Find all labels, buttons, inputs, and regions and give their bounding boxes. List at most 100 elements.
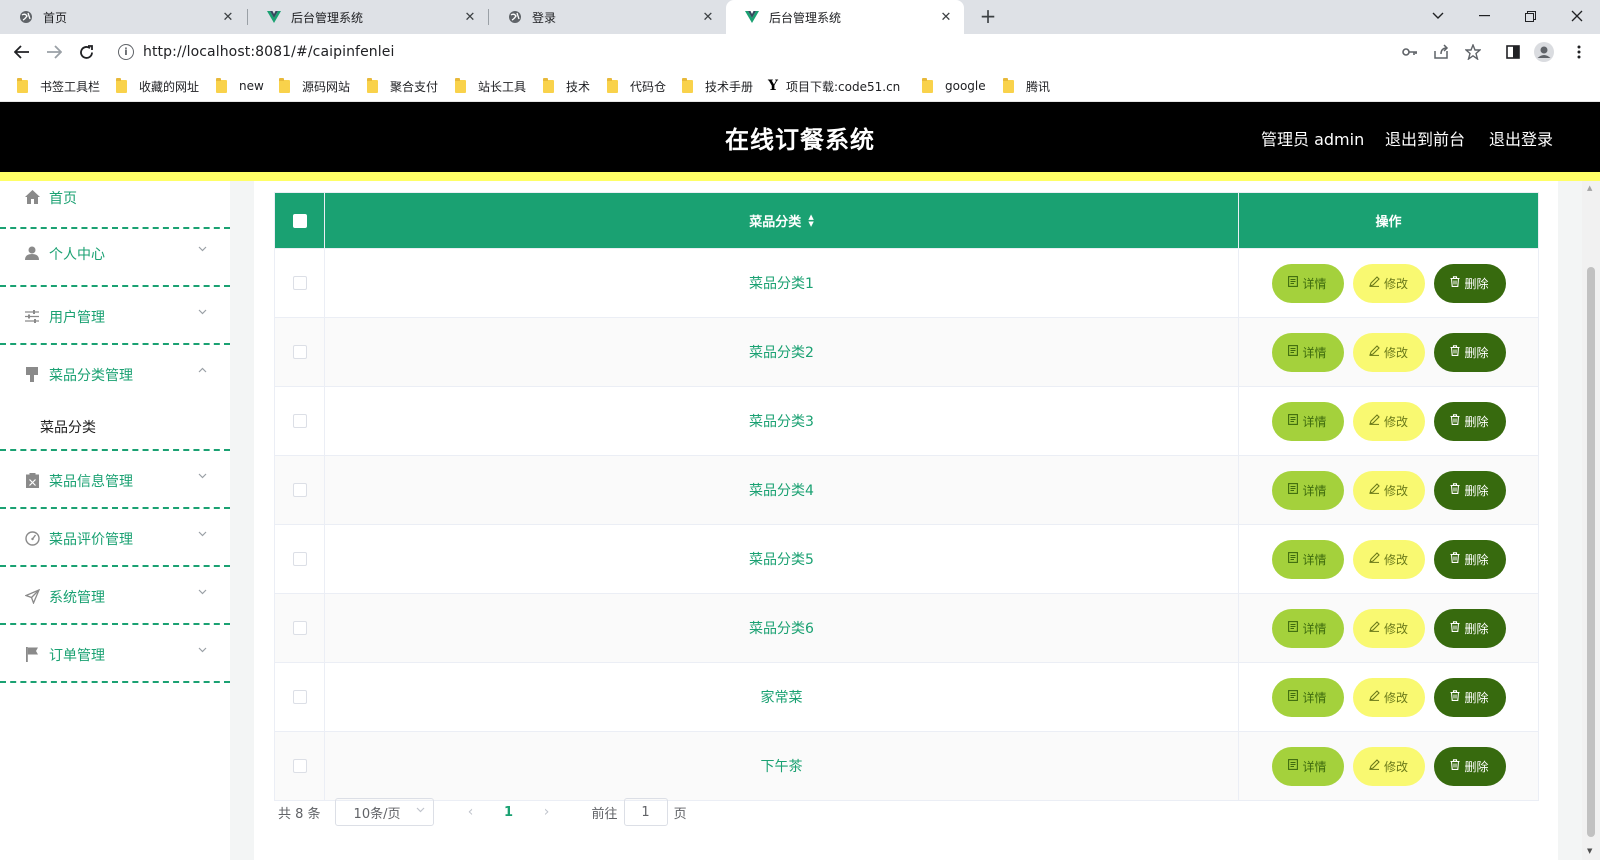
bookmark-folder[interactable]: new	[216, 77, 264, 95]
delete-button[interactable]: 删除	[1433, 539, 1506, 579]
sort-icon[interactable]: ▲ ▼	[808, 213, 813, 228]
row-checkbox[interactable]	[292, 414, 307, 428]
browser-tab-active[interactable]: 后台管理系统 ✕	[726, 0, 964, 34]
star-icon[interactable]	[1463, 42, 1483, 62]
edit-button[interactable]: 修改	[1352, 539, 1425, 579]
detail-button[interactable]: 详情	[1271, 539, 1344, 579]
detail-button[interactable]: 详情	[1271, 746, 1344, 786]
row-checkbox[interactable]	[292, 345, 307, 359]
scroll-down-icon[interactable]: ▼	[1587, 847, 1592, 855]
flag-icon	[24, 646, 40, 662]
page-number-current[interactable]: 1	[494, 805, 524, 820]
operation-cell: 详情 修改 删除	[1239, 732, 1538, 800]
sidebar-item-dish-info-management[interactable]: 菜品信息管理	[0, 451, 230, 509]
sidebar-item-system-management[interactable]: 系统管理	[0, 567, 230, 625]
info-icon[interactable]: i	[118, 44, 134, 60]
delete-button[interactable]: 删除	[1433, 470, 1506, 510]
row-checkbox[interactable]	[292, 483, 307, 497]
scroll-up-icon[interactable]: ▲	[1587, 184, 1592, 192]
edit-button[interactable]: 修改	[1352, 746, 1425, 786]
logout-link[interactable]: 退出登录	[1489, 126, 1553, 150]
row-checkbox[interactable]	[292, 552, 307, 566]
tab-search-icon[interactable]	[1415, 0, 1461, 32]
restore-icon[interactable]	[1507, 0, 1553, 32]
chevron-down-icon	[198, 529, 207, 540]
page-size-select[interactable]: 10条/页	[334, 798, 434, 826]
row-checkbox[interactable]	[292, 621, 307, 635]
scrollbar-thumb[interactable]	[1587, 267, 1595, 837]
close-icon[interactable]: ✕	[220, 10, 236, 25]
reload-icon[interactable]	[74, 40, 98, 64]
bookmark-folder[interactable]: 聚合支付	[367, 77, 438, 95]
edit-button[interactable]: 修改	[1352, 470, 1425, 510]
back-icon[interactable]	[10, 40, 34, 64]
delete-button[interactable]: 删除	[1433, 332, 1506, 372]
admin-user-label: 管理员 admin	[1261, 130, 1365, 149]
app-header: 在线订餐系统 管理员 admin 退出到前台 退出登录	[0, 102, 1600, 172]
bookmark-folder[interactable]: 技术手册	[682, 77, 753, 95]
delete-button[interactable]: 删除	[1433, 263, 1506, 303]
edit-button[interactable]: 修改	[1352, 401, 1425, 441]
forward-icon[interactable]	[42, 40, 66, 64]
sidebar-item-home[interactable]: 首页	[0, 181, 230, 229]
edit-button[interactable]: 修改	[1352, 677, 1425, 717]
sidebar-item-user-management[interactable]: 用户管理	[0, 287, 230, 345]
edit-button[interactable]: 修改	[1352, 263, 1425, 303]
back-to-frontend-link[interactable]: 退出到前台	[1385, 126, 1465, 150]
sidebar-item-order-management[interactable]: 订单管理	[0, 625, 230, 683]
key-icon[interactable]	[1400, 42, 1420, 62]
delete-button[interactable]: 删除	[1433, 746, 1506, 786]
browser-tab[interactable]: 后台管理系统 ✕	[248, 0, 488, 34]
delete-button[interactable]: 删除	[1433, 677, 1506, 717]
close-icon[interactable]: ✕	[700, 10, 716, 25]
detail-button[interactable]: 详情	[1271, 608, 1344, 648]
next-page-icon[interactable]: ›	[532, 804, 562, 820]
sidebar-item-dish-category-management[interactable]: 菜品分类管理	[0, 345, 230, 451]
detail-button[interactable]: 详情	[1271, 332, 1344, 372]
close-icon[interactable]: ✕	[462, 10, 478, 25]
address-bar[interactable]: i http://localhost:8081/#/caipinfenlei	[110, 37, 1585, 67]
profile-avatar-icon[interactable]	[1534, 42, 1554, 62]
close-window-icon[interactable]	[1554, 0, 1600, 32]
select-all-checkbox[interactable]	[292, 213, 307, 228]
row-checkbox[interactable]	[292, 276, 307, 290]
edit-button[interactable]: 修改	[1352, 608, 1425, 648]
bookmark-folder[interactable]: 书签工具栏	[17, 77, 100, 95]
new-tab-icon[interactable]: +	[976, 5, 1000, 29]
bookmark-folder[interactable]: 腾讯	[1003, 77, 1050, 95]
detail-button[interactable]: 详情	[1271, 677, 1344, 717]
detail-button[interactable]: 详情	[1271, 263, 1344, 303]
bookmark-folder[interactable]: 源码网站	[279, 77, 350, 95]
edit-button[interactable]: 修改	[1352, 332, 1425, 372]
goto-page-input[interactable]: 1	[623, 798, 668, 826]
folder-icon	[279, 77, 290, 93]
sidebar-item-personal-center[interactable]: 个人中心	[0, 229, 230, 287]
submenu-item-dish-category[interactable]: 菜品分类	[40, 417, 96, 437]
row-checkbox[interactable]	[292, 690, 307, 704]
url-text[interactable]: http://localhost:8081/#/caipinfenlei	[143, 44, 394, 60]
detail-button[interactable]: 详情	[1271, 470, 1344, 510]
menu-dots-icon[interactable]	[1569, 42, 1589, 62]
page-scrollbar[interactable]: ▲ ▼	[1582, 181, 1600, 860]
bookmark-link[interactable]: Y 项目下载:code51.cn	[768, 77, 900, 95]
prev-page-icon[interactable]: ‹	[456, 804, 486, 820]
browser-tab[interactable]: 登录 ✕	[489, 0, 726, 34]
sidepanel-icon[interactable]	[1503, 42, 1523, 62]
column-header-category[interactable]: 菜品分类 ▲ ▼	[325, 193, 1239, 248]
gauge-icon	[24, 530, 40, 546]
close-icon[interactable]: ✕	[938, 10, 954, 25]
row-checkbox[interactable]	[292, 759, 307, 773]
bookmark-folder[interactable]: 技术	[543, 77, 590, 95]
browser-tab[interactable]: 首页 ✕	[0, 0, 246, 34]
share-icon[interactable]	[1431, 42, 1451, 62]
sliders-icon	[24, 308, 40, 324]
delete-button[interactable]: 删除	[1433, 401, 1506, 441]
bookmark-folder[interactable]: 代码仓	[607, 77, 666, 95]
detail-button[interactable]: 详情	[1271, 401, 1344, 441]
minimize-icon[interactable]	[1461, 0, 1507, 32]
bookmark-folder[interactable]: google	[922, 77, 986, 95]
bookmark-folder[interactable]: 收藏的网址	[116, 77, 199, 95]
delete-button[interactable]: 删除	[1433, 608, 1506, 648]
sidebar-item-dish-review-management[interactable]: 菜品评价管理	[0, 509, 230, 567]
bookmark-folder[interactable]: 站长工具	[455, 77, 526, 95]
